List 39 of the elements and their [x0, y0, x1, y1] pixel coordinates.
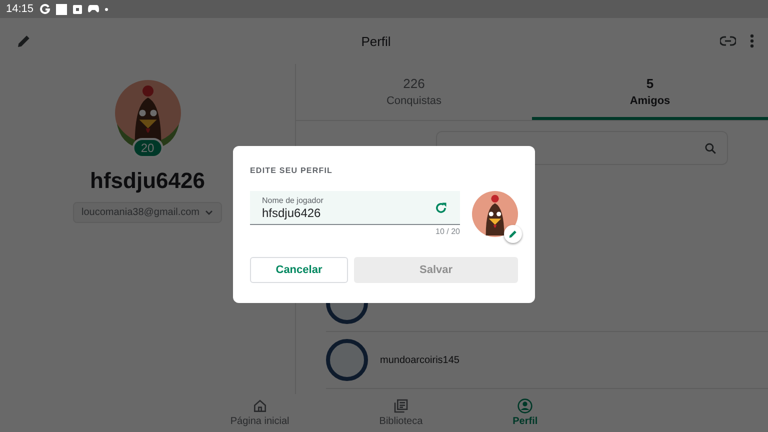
notification-icon: [72, 4, 82, 14]
tab-count: 226: [403, 76, 425, 91]
status-time: 14:15: [6, 3, 34, 15]
pencil-icon: [508, 229, 518, 239]
more-icon[interactable]: [750, 34, 754, 48]
google-icon: [40, 4, 50, 14]
friend-name[interactable]: mundoarcoiris145: [380, 354, 460, 366]
dialog-title: EDITE SEU PERFIL: [250, 166, 334, 175]
player-name-field[interactable]: Nome de jogador hfsdju6426: [250, 191, 460, 225]
profile-tab[interactable]: 226 Conquistas: [296, 64, 532, 120]
tab-count: 5: [646, 76, 654, 91]
player-name: hfsdju6426: [90, 168, 205, 194]
nav-item[interactable]: Página inicial: [220, 394, 300, 432]
profile-icon: [517, 398, 534, 414]
gamepad-icon: [88, 5, 99, 13]
pencil-icon[interactable]: [16, 33, 32, 49]
chicken-avatar-icon: [472, 191, 518, 237]
dot-icon: [104, 8, 108, 10]
dialog-button[interactable]: Cancelar: [250, 257, 348, 283]
library-icon: [392, 398, 409, 414]
nav-item[interactable]: Perfil: [502, 394, 548, 432]
field-value: hfsdju6426: [262, 206, 322, 220]
account-dropdown[interactable]: loucomania38@gmail.com: [72, 202, 222, 223]
character-counter: 10 / 20: [436, 227, 460, 236]
level-badge: 20: [132, 138, 164, 158]
square-icon: [56, 4, 67, 14]
search-icon: [704, 142, 717, 154]
field-label: Nome de jogador: [262, 196, 324, 205]
link-icon[interactable]: [720, 36, 736, 46]
friend-avatar: [326, 339, 368, 381]
home-icon: [252, 398, 268, 414]
nav-item[interactable]: Biblioteca: [369, 394, 433, 432]
caret-icon: [205, 210, 214, 215]
edit-avatar-button[interactable]: [504, 225, 522, 243]
refresh-icon[interactable]: [434, 201, 448, 215]
page-title: Perfil: [360, 34, 392, 48]
tab-label: Amigos: [630, 95, 670, 107]
profile-tab[interactable]: 5 Amigos: [532, 64, 768, 120]
tab-label: Conquistas: [386, 95, 442, 107]
